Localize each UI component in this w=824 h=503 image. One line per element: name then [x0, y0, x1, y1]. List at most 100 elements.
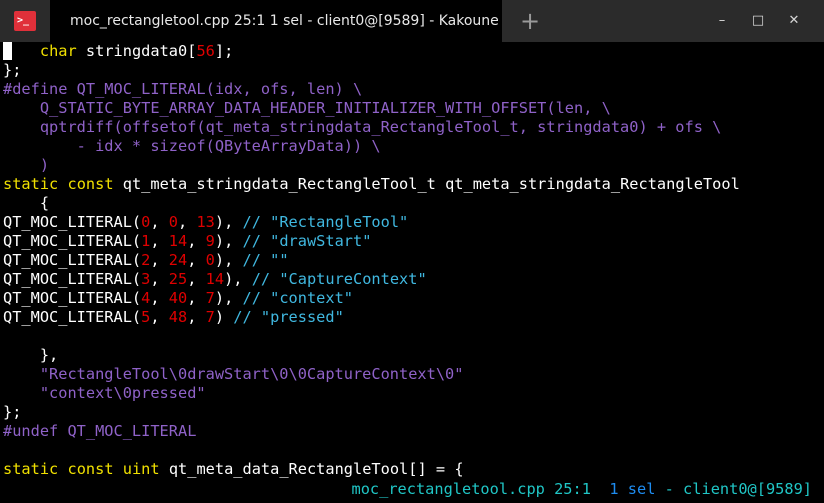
code-token: 56: [196, 42, 215, 60]
code-token: 7: [205, 289, 215, 307]
code-token: // "": [242, 251, 289, 269]
code-token: 13: [196, 213, 215, 231]
code-token: QT_MOC_LITERAL(: [3, 232, 142, 250]
code-token: 5: [141, 308, 151, 326]
code-line: {: [0, 194, 824, 213]
code-token: 0: [141, 213, 151, 231]
code-token: };: [3, 403, 22, 421]
code-token: 0: [205, 251, 215, 269]
code-line: QT_MOC_LITERAL(4, 40, 7), // "context": [0, 289, 824, 308]
code-line: },: [0, 346, 824, 365]
code-token: 14: [168, 232, 188, 250]
code-token: ,: [150, 251, 169, 269]
code-token: #undef QT_MOC_LITERAL: [3, 422, 197, 440]
code-token: #define QT_MOC_LITERAL(idx, ofs, len) \: [3, 80, 363, 98]
code-token: "RectangleTool\0drawStart\0\0CaptureCont…: [3, 365, 464, 383]
code-token: ),: [214, 213, 243, 231]
code-token: ): [214, 308, 234, 326]
status-client-session: - client0@[9589]: [664, 480, 812, 498]
code-token: const: [67, 460, 114, 478]
title-bar: >_ moc_rectangletool.cpp 25:1 1 sel - cl…: [0, 0, 824, 42]
code-token: ,: [187, 308, 206, 326]
code-token: ),: [214, 289, 243, 307]
code-line: - idx * sizeof(QByteArrayData)) \: [0, 137, 824, 156]
code-line: ): [0, 156, 824, 175]
code-token: // "context": [242, 289, 354, 307]
terminal-app-icon[interactable]: >_: [14, 11, 36, 31]
code-line: char stringdata0[56];: [0, 42, 824, 61]
code-token: ),: [214, 232, 243, 250]
code-token: ,: [150, 270, 169, 288]
code-token: QT_MOC_LITERAL(: [3, 270, 142, 288]
code-token: // "drawStart": [242, 232, 372, 250]
code-line: #define QT_MOC_LITERAL(idx, ofs, len) \: [0, 80, 824, 99]
code-token: ];: [214, 42, 234, 60]
code-token: ,: [187, 289, 206, 307]
code-token: 9: [205, 232, 215, 250]
code-token: ): [3, 156, 50, 174]
code-token: Q_STATIC_BYTE_ARRAY_DATA_HEADER_INITIALI…: [3, 99, 611, 117]
code-token: // "RectangleTool": [242, 213, 409, 231]
code-token: ),: [214, 251, 243, 269]
code-token: qt_meta_stringdata_RectangleTool_t qt_me…: [113, 175, 740, 193]
code-token: };: [3, 61, 22, 79]
code-line: QT_MOC_LITERAL(0, 0, 13), // "RectangleT…: [0, 213, 824, 232]
code-token: ,: [187, 232, 206, 250]
code-token: 40: [168, 289, 188, 307]
close-icon[interactable]: ✕: [784, 11, 804, 31]
active-tab[interactable]: moc_rectangletool.cpp 25:1 1 sel - clien…: [50, 0, 502, 42]
status-file-position: moc_rectangletool.cpp 25:1: [351, 480, 591, 498]
code-token: ),: [224, 270, 252, 288]
code-line: "RectangleTool\0drawStart\0\0CaptureCont…: [0, 365, 824, 384]
code-line: qptrdiff(offsetof(qt_meta_stringdata_Rec…: [0, 118, 824, 137]
code-token: },: [3, 346, 59, 364]
code-token: 24: [168, 251, 188, 269]
code-token: {: [3, 194, 50, 212]
code-line: QT_MOC_LITERAL(5, 48, 7) // "pressed": [0, 308, 824, 327]
code-token: QT_MOC_LITERAL(: [3, 213, 142, 231]
code-token: 0: [168, 213, 179, 231]
code-token: QT_MOC_LITERAL(: [3, 308, 142, 326]
code-token: char: [39, 42, 77, 60]
minimize-icon[interactable]: –: [712, 11, 732, 31]
code-token: "context\0pressed": [3, 384, 206, 402]
code-token: 25: [168, 270, 188, 288]
code-token: ,: [178, 213, 197, 231]
code-token: 14: [205, 270, 225, 288]
code-token: 7: [205, 308, 215, 326]
code-token: QT_MOC_LITERAL(: [3, 251, 142, 269]
code-token: 48: [168, 308, 188, 326]
code-token: - idx * sizeof(QByteArrayData)) \: [3, 137, 381, 155]
code-token: ,: [150, 308, 169, 326]
code-token: ,: [150, 213, 169, 231]
code-token: const: [67, 175, 114, 193]
code-token: stringdata0[: [76, 42, 197, 60]
code-line: QT_MOC_LITERAL(2, 24, 0), // "": [0, 251, 824, 270]
new-tab-plus-icon[interactable]: +: [516, 7, 544, 35]
maximize-icon[interactable]: □: [748, 11, 768, 31]
code-token: ,: [150, 289, 169, 307]
status-line: moc_rectangletool.cpp 25:1 1 sel - clien…: [0, 480, 824, 499]
code-line: QT_MOC_LITERAL(1, 14, 9), // "drawStart": [0, 232, 824, 251]
status-selection-count: 1 sel: [609, 480, 656, 498]
code-token: // "CaptureContext": [251, 270, 427, 288]
code-token: 3: [141, 270, 151, 288]
code-token: static: [3, 175, 59, 193]
code-token: // "pressed": [233, 308, 344, 326]
code-line: };: [0, 403, 824, 422]
code-line: };: [0, 61, 824, 80]
code-line: QT_MOC_LITERAL(3, 25, 14), // "CaptureCo…: [0, 270, 824, 289]
code-token: QT_MOC_LITERAL(: [3, 289, 142, 307]
code-token: 1: [141, 232, 151, 250]
code-line: static const qt_meta_stringdata_Rectangl…: [0, 175, 824, 194]
code-token: 2: [141, 251, 151, 269]
code-token: qptrdiff(offsetof(qt_meta_stringdata_Rec…: [3, 118, 722, 136]
code-token: static: [3, 460, 59, 478]
text-cursor: [3, 42, 13, 60]
code-token: 4: [141, 289, 151, 307]
code-line: "context\0pressed": [0, 384, 824, 403]
code-editor[interactable]: char stringdata0[56];}; #define QT_MOC_LI…: [0, 42, 824, 485]
